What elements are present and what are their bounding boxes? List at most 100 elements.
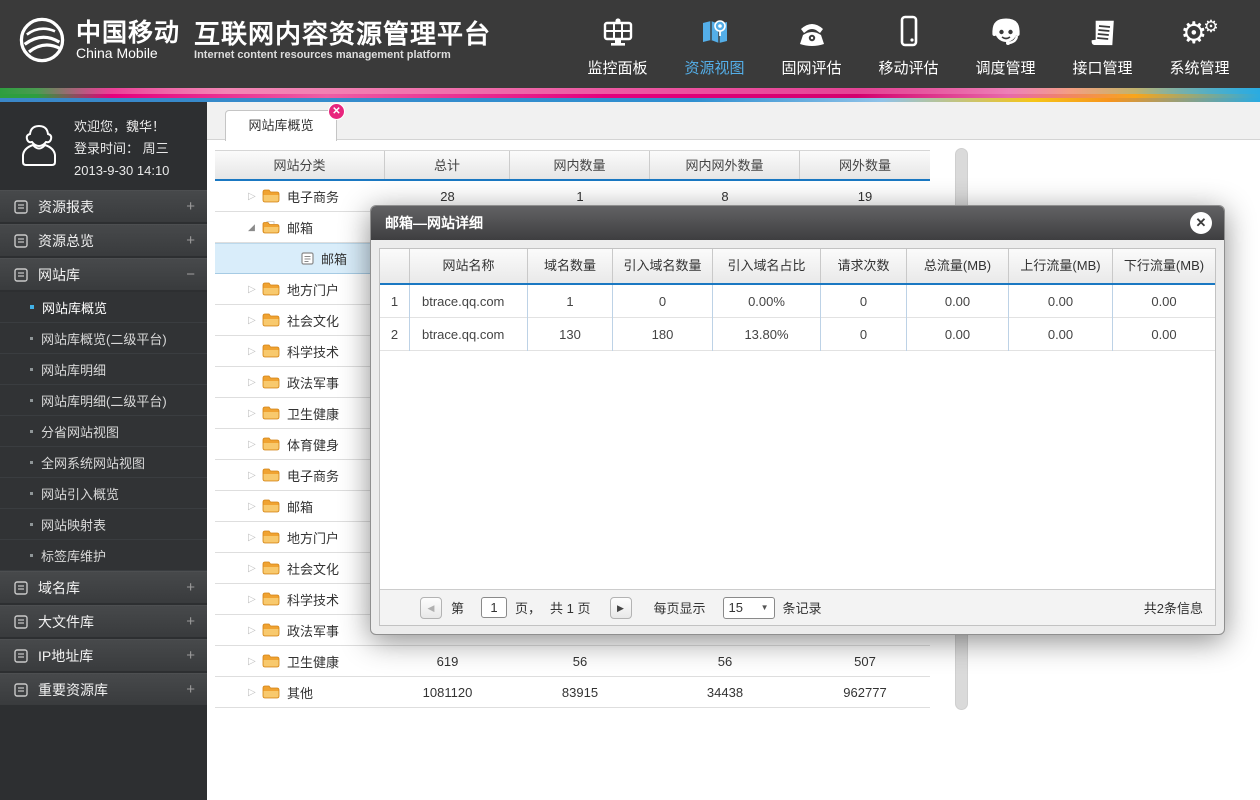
sidebar-section-domain-library[interactable]: 域名库 + <box>0 571 207 603</box>
column-header: 上行流量(MB) <box>1009 249 1113 283</box>
nav-item-fixed-network-eval[interactable]: 固网评估 <box>763 0 860 88</box>
chevron-right-icon[interactable]: ▷ <box>248 470 262 481</box>
detail-table-row[interactable]: 2 btrace.qq.com 130 180 13.80% 0 0.00 0.… <box>380 317 1215 351</box>
page-icon <box>14 648 28 663</box>
user-panel: 欢迎您，魏华！ 登录时间： 周三 2013-9-30 14:10 <box>0 102 207 190</box>
sidebar-item-whole-network-view[interactable]: 全网系统网站视图 <box>0 447 207 478</box>
detail-table-header-row: 网站名称 域名数量 引入域名数量 引入域名占比 请求次数 总流量(MB) 上行流… <box>380 249 1215 285</box>
page-icon <box>14 233 28 248</box>
tab-close-icon[interactable]: ✕ <box>328 103 345 120</box>
page-number-input[interactable]: 1 <box>481 597 508 618</box>
column-header <box>380 249 410 283</box>
top-nav: 监控面板 资源视图 固网评估 移动评估 调度管理 接口管理 ⚙ ⚙ 系统管理 <box>569 0 1248 88</box>
platform-title: 互联网内容资源管理平台 <box>194 19 492 49</box>
chevron-right-icon[interactable]: ▷ <box>248 656 262 667</box>
page-suffix: 页， <box>515 601 542 616</box>
column-header: 网站分类 <box>215 151 385 179</box>
folder-icon <box>262 406 280 420</box>
tab-website-overview[interactable]: 网站库概览 ✕ <box>225 103 345 141</box>
chevron-right-icon[interactable]: ▷ <box>248 501 262 512</box>
folder-icon <box>262 654 280 668</box>
folder-icon <box>262 437 280 451</box>
sidebar-section-resource-report[interactable]: 资源报表 + <box>0 190 207 222</box>
nav-item-interface-mgmt[interactable]: 接口管理 <box>1054 0 1151 88</box>
table-header-row: 网站分类 总计 网内数量 网内网外数量 网外数量 <box>215 150 930 181</box>
table-row[interactable]: ▷ 其他 1081120 83915 34438 962777 <box>215 677 930 708</box>
column-header: 引入域名数量 <box>613 249 713 283</box>
gears-icon: ⚙ ⚙ <box>1180 16 1219 50</box>
chevron-right-icon[interactable]: ▷ <box>248 346 262 357</box>
sidebar-item-website-detail[interactable]: 网站库明细 <box>0 354 207 385</box>
chevron-right-icon[interactable]: ▷ <box>248 532 262 543</box>
chevron-right-icon[interactable]: ▷ <box>248 687 262 698</box>
nav-item-monitor-panel[interactable]: 监控面板 <box>569 0 666 88</box>
nav-item-resource-view[interactable]: 资源视图 <box>666 0 763 88</box>
decorative-ribbon <box>0 88 1260 102</box>
column-header: 域名数量 <box>528 249 613 283</box>
sidebar-section-bigfile-library[interactable]: 大文件库 + <box>0 605 207 637</box>
china-mobile-logo-icon <box>19 17 65 63</box>
document-icon <box>1091 20 1114 45</box>
chevron-right-icon[interactable]: ▷ <box>248 439 262 450</box>
bullet-icon <box>30 336 33 340</box>
phone-icon <box>799 23 824 46</box>
sidebar-section-website-library[interactable]: 网站库 − <box>0 258 207 290</box>
sidebar-item-province-view[interactable]: 分省网站视图 <box>0 416 207 447</box>
nav-item-system-mgmt[interactable]: ⚙ ⚙ 系统管理 <box>1151 0 1248 88</box>
expand-icon: + <box>186 198 195 215</box>
folder-icon <box>262 375 280 389</box>
sidebar-item-website-intro-overview[interactable]: 网站引入概览 <box>0 478 207 509</box>
chevron-right-icon[interactable]: ▷ <box>248 191 262 202</box>
chevron-right-icon[interactable]: ▷ <box>248 563 262 574</box>
modal-close-icon[interactable]: ✕ <box>1190 212 1212 234</box>
sidebar-section-ip-library[interactable]: IP地址库 + <box>0 639 207 671</box>
folder-icon <box>262 530 280 544</box>
detail-table-row[interactable]: 1 btrace.qq.com 1 0 0.00% 0 0.00 0.00 0.… <box>380 284 1215 318</box>
column-header: 网外数量 <box>838 158 891 173</box>
bullet-icon <box>30 553 33 557</box>
chevron-right-icon[interactable]: ▷ <box>248 377 262 388</box>
page-prefix: 第 <box>451 601 465 616</box>
bullet-icon <box>30 429 33 433</box>
sidebar-item-website-overview-l2[interactable]: 网站库概览(二级平台) <box>0 323 207 354</box>
sidebar-item-tag-maintenance[interactable]: 标签库维护 <box>0 540 207 571</box>
folder-icon <box>262 592 280 606</box>
chevron-right-icon[interactable]: ▷ <box>248 408 262 419</box>
sidebar-item-website-detail-l2[interactable]: 网站库明细(二级平台) <box>0 385 207 416</box>
chevron-right-icon[interactable]: ▷ <box>248 284 262 295</box>
login-label: 登录时间： 周三 <box>74 141 169 156</box>
document-icon <box>301 252 314 265</box>
column-header: 引入域名占比 <box>713 249 821 283</box>
pagination-bar: ◀ 第 1 页， 共 1 页 ▶ 每页显示 15 ▼ 条记录 共2条信息 <box>380 589 1215 625</box>
bullet-icon <box>30 398 33 402</box>
next-page-button[interactable]: ▶ <box>609 596 632 619</box>
sidebar: 欢迎您，魏华！ 登录时间： 周三 2013-9-30 14:10 资源报表 + … <box>0 102 207 800</box>
modal-title-bar[interactable]: 邮箱—网站详细 ✕ <box>371 206 1224 240</box>
nav-item-mobile-eval[interactable]: 移动评估 <box>860 0 957 88</box>
nav-item-dispatch-mgmt[interactable]: 调度管理 <box>957 0 1054 88</box>
prev-page-button[interactable]: ◀ <box>420 596 442 619</box>
detail-table-panel: 网站名称 域名数量 引入域名数量 引入域名占比 请求次数 总流量(MB) 上行流… <box>379 248 1216 626</box>
folder-icon <box>262 623 280 637</box>
table-row[interactable]: ▷ 卫生健康 619 56 56 507 <box>215 646 930 677</box>
column-header: 总计 <box>385 151 510 179</box>
folder-icon <box>262 468 280 482</box>
folder-open-icon <box>262 221 280 234</box>
chevron-right-icon[interactable]: ▷ <box>248 594 262 605</box>
brand-en: China Mobile <box>76 44 158 61</box>
chevron-down-icon[interactable]: ◢ <box>248 222 262 233</box>
total-records-info: 共2条信息 <box>1143 601 1203 616</box>
chevron-right-icon[interactable]: ▷ <box>248 315 262 326</box>
sidebar-section-important-resource-library[interactable]: 重要资源库 + <box>0 673 207 705</box>
expand-icon: + <box>186 647 195 664</box>
per-page-select[interactable]: 15 ▼ <box>722 596 775 619</box>
expand-icon: + <box>186 613 195 630</box>
folder-icon <box>262 282 280 296</box>
dashboard-icon <box>603 17 632 46</box>
sidebar-item-website-mapping[interactable]: 网站映射表 <box>0 509 207 540</box>
sidebar-item-website-overview[interactable]: 网站库概览 <box>0 292 207 323</box>
sidebar-section-resource-overview[interactable]: 资源总览 + <box>0 224 207 256</box>
column-header: 网内数量 <box>510 151 650 179</box>
chevron-right-icon[interactable]: ▷ <box>248 625 262 636</box>
page-icon <box>14 267 28 282</box>
